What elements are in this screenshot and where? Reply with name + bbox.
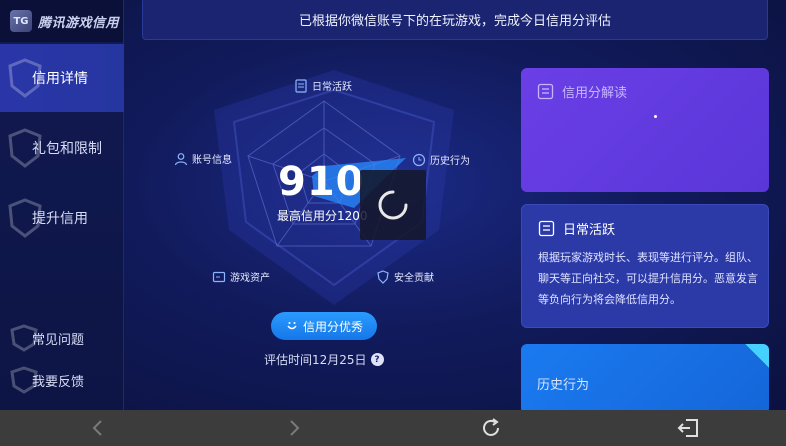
clock-icon xyxy=(412,153,426,166)
brand-name: 腾讯游戏信用 xyxy=(38,15,120,31)
radar-label-text: 安全贡献 xyxy=(394,273,434,284)
help-icon[interactable]: ? xyxy=(370,353,384,366)
radar-chart: 日常活跃 历史行为 安全贡献 游戏资产 账号信息 910 最高信用分1200 xyxy=(154,56,494,356)
card-header: 日常活跃 xyxy=(538,219,615,238)
banner-text: 已根据你微信账号下的在玩游戏，完成今日信用分评估 xyxy=(298,14,611,29)
sidebar-item-feedback[interactable]: 我要反馈 xyxy=(0,362,124,398)
radar-label-assets: 游戏资产 xyxy=(212,269,270,284)
forward-arrow-icon[interactable] xyxy=(282,416,306,440)
radar-label-text: 账号信息 xyxy=(192,155,232,166)
card-title: 信用分解读 xyxy=(562,86,628,101)
assessment-banner: 已根据你微信账号下的在玩游戏，完成今日信用分评估 xyxy=(142,0,768,40)
sidebar-item-credit-details[interactable]: 信用详情 xyxy=(0,44,124,112)
card-title: 历史行为 xyxy=(537,378,590,393)
wallet-icon xyxy=(212,271,226,282)
document-icon xyxy=(295,78,307,93)
radar-label-account: 账号信息 xyxy=(174,151,232,166)
sidebar-item-faq[interactable]: 常见问题 xyxy=(0,320,124,356)
sidebar-item-label: 信用详情 xyxy=(32,71,88,87)
sidebar-item-label: 常见问题 xyxy=(32,332,85,348)
loading-dot xyxy=(654,115,657,118)
radar-label-text: 日常活跃 xyxy=(312,82,352,93)
card-credit-interpretation[interactable]: 信用分解读 xyxy=(521,68,769,192)
sidebar-item-label: 礼包和限制 xyxy=(32,141,102,157)
radar-label-daily: 日常活跃 xyxy=(294,78,352,93)
max-score-text: 最高信用分1200 xyxy=(277,209,368,223)
card-daily-activity[interactable]: 日常活跃 根据玩家游戏时长、表现等进行评分。组队、聊天等正向社交，可以提升信用分… xyxy=(521,204,769,328)
sidebar-item-improve-credit[interactable]: 提升信用 xyxy=(0,184,124,252)
grade-button-label: 信用分优秀 xyxy=(302,319,363,334)
user-icon xyxy=(174,152,188,165)
sidebar-item-label: 提升信用 xyxy=(32,211,88,227)
sidebar-item-label: 我要反馈 xyxy=(32,374,85,390)
exit-icon[interactable] xyxy=(676,416,700,440)
document-icon xyxy=(537,83,554,100)
brand-logo: TG xyxy=(10,10,32,32)
evaluation-time: 评估时间12月25日 ? xyxy=(264,351,384,368)
document-icon xyxy=(538,220,555,237)
sidebar: TG 腾讯游戏信用 信用详情 礼包和限制 提升信用 常见问题 我要反馈 xyxy=(0,0,124,410)
radar-label-text: 历史行为 xyxy=(430,156,470,167)
card-title: 日常活跃 xyxy=(563,223,616,238)
credit-score: 910 xyxy=(278,159,365,205)
sidebar-item-gifts-limits[interactable]: 礼包和限制 xyxy=(0,114,124,182)
brand: TG 腾讯游戏信用 xyxy=(0,0,123,42)
radar-label-text: 游戏资产 xyxy=(230,273,270,284)
loading-spinner-icon xyxy=(378,190,408,220)
corner-badge xyxy=(745,344,769,368)
radar-grid xyxy=(247,100,406,247)
radar-label-history: 历史行为 xyxy=(412,152,470,167)
refresh-icon[interactable] xyxy=(479,416,503,440)
radar-label-security: 安全贡献 xyxy=(376,269,434,284)
card-header: 历史行为 xyxy=(537,374,589,393)
main-content: 已根据你微信账号下的在玩游戏，完成今日信用分评估 日常活跃 历史行为 安全贡献 … xyxy=(124,0,786,410)
card-history-behavior[interactable]: 历史行为 xyxy=(521,344,769,410)
card-header: 信用分解读 xyxy=(537,82,627,101)
card-description: 根据玩家游戏时长、表现等进行评分。组队、聊天等正向社交，可以提升信用分。恶意发言… xyxy=(538,251,758,306)
loading-overlay xyxy=(360,170,426,240)
back-arrow-icon[interactable] xyxy=(86,416,110,440)
smile-icon xyxy=(287,322,297,330)
evaluation-time-text: 评估时间12月25日 xyxy=(264,353,367,367)
bottom-nav-bar xyxy=(0,410,786,446)
shield-icon xyxy=(377,269,389,284)
credit-grade-button[interactable]: 信用分优秀 xyxy=(271,312,377,340)
